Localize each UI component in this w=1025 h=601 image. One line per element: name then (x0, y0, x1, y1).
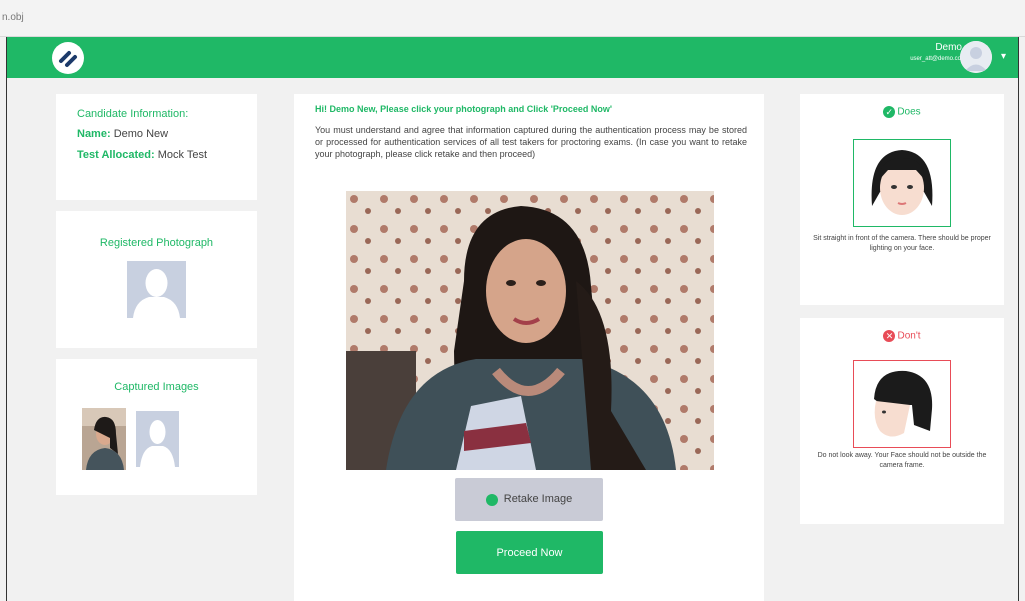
registered-photo-placeholder (127, 261, 186, 318)
check-circle-icon: ✓ (883, 106, 896, 118)
candidate-info-card: Candidate Information: Name: Demo New Te… (56, 94, 257, 200)
retake-image-label: Retake Image (503, 493, 573, 506)
candidate-test-row: Test Allocated: Mock Test (77, 149, 257, 161)
candidate-name-row: Name: Demo New (77, 128, 257, 140)
browser-tab-text: n.obj (2, 12, 24, 23)
candidate-test-label: Test Allocated: (77, 149, 155, 161)
dos-header: ✓ Does (800, 106, 1004, 118)
logo-icon[interactable] (52, 42, 84, 74)
dos-title: Does (897, 106, 921, 118)
dos-description: Sit straight in front of the camera. The… (813, 235, 991, 252)
dos-example-image (853, 139, 951, 227)
main-capture-card: Hi! Demo New, Please click your photogra… (294, 94, 764, 601)
user-avatar[interactable] (960, 41, 992, 73)
close-circle-icon: ✕ (883, 330, 896, 342)
browser-bar: n.obj (0, 0, 1025, 37)
main-consent-text: You must understand and agree that infor… (315, 125, 747, 159)
captured-image-thumbnail[interactable] (82, 408, 126, 470)
donts-title: Don't (897, 330, 921, 342)
user-email: user_att@demo.com (910, 56, 966, 62)
main-greeting: Hi! Demo New, Please click your photogra… (315, 104, 613, 114)
candidate-test-value: Mock Test (157, 149, 207, 161)
registered-photo-card: Registered Photograph (56, 211, 257, 348)
chevron-down-icon[interactable]: ▾ (1001, 51, 1006, 62)
candidate-info-title: Candidate Information: (77, 108, 189, 120)
candidate-name-label: Name: (77, 128, 111, 140)
dos-card: ✓ Does Sit straight in front of the camer… (800, 94, 1004, 305)
proceed-now-button[interactable]: Proceed Now (456, 531, 603, 574)
registered-photo-title: Registered Photograph (99, 237, 214, 249)
captured-image-placeholder (136, 411, 179, 467)
donts-header: ✕ Don't (800, 330, 1004, 342)
retake-image-button[interactable]: Retake Image (455, 478, 603, 521)
captured-images-card: Captured Images (56, 359, 257, 495)
webcam-preview (346, 191, 714, 470)
candidate-name-value: Demo New (113, 128, 169, 140)
donts-example-image (853, 360, 951, 448)
camera-icon (485, 493, 498, 506)
captured-images-title: Captured Images (114, 381, 199, 393)
donts-description: Do not look away. Your Face should not b… (817, 452, 987, 469)
top-navbar: Demo user_att@demo.com ▾ (7, 37, 1018, 78)
app-window: Demo user_att@demo.com ▾ Candidate Infor… (6, 37, 1019, 601)
donts-card: ✕ Don't Do not look away. Your Face shoul… (800, 318, 1004, 524)
user-name[interactable]: Demo (935, 42, 962, 53)
